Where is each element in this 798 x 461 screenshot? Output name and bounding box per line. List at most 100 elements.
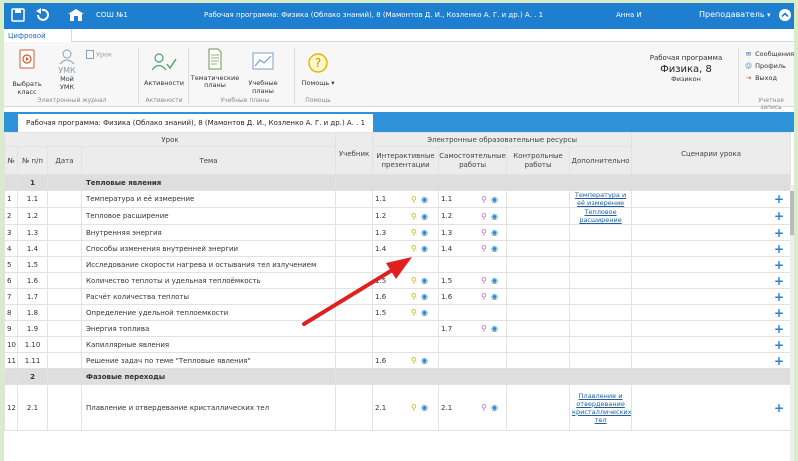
eye-icon[interactable]: ◉ <box>491 276 501 285</box>
add-scenario-button[interactable]: + <box>631 207 792 225</box>
table-row[interactable]: 1 1.1 Температура и её измерение 1.1 ⚲ ◉ 1.1 ⚲ ◉… <box>4 190 792 208</box>
presentation-number[interactable]: 1.1 <box>375 195 411 203</box>
pin-icon[interactable]: ⚲ <box>481 276 491 285</box>
date-cell[interactable] <box>47 336 82 353</box>
independent-number[interactable]: 1.1 <box>441 195 481 203</box>
presentation-number[interactable]: 2.1 <box>375 404 411 412</box>
table-row[interactable]: 3 1.3 Внутренняя энергия 1.3 ⚲ ◉ 1.3 ⚲ ◉ + <box>4 224 792 241</box>
date-cell[interactable] <box>47 256 82 273</box>
table-row[interactable]: 8 1.8 Определение удельной теплоемкости 1.5… <box>4 304 792 321</box>
collapse-up-icon[interactable] <box>779 9 791 21</box>
add-scenario-button[interactable]: + <box>631 190 792 208</box>
table-row[interactable]: 7 1.7 Расчёт количества теплоты 1.6 ⚲ ◉ 1.6 ⚲ ◉ + <box>4 288 792 305</box>
bulb-icon[interactable]: ⚲ <box>411 212 421 221</box>
save-icon[interactable] <box>10 7 26 23</box>
add-scenario-button[interactable]: + <box>631 336 792 353</box>
add-scenario-button[interactable]: + <box>631 256 792 273</box>
date-cell[interactable] <box>47 352 82 369</box>
table-row[interactable]: 9 1.9 Энергия топлива 1.7 ⚲ ◉ + <box>4 320 792 337</box>
bulb-icon[interactable]: ⚲ <box>411 276 421 285</box>
bulb-icon[interactable]: ⚲ <box>411 356 421 365</box>
extra-link[interactable]: Температура и её измерение <box>572 192 629 207</box>
bulb-icon[interactable]: ⚲ <box>411 292 421 301</box>
bulb-icon[interactable]: ⚲ <box>411 308 421 317</box>
eye-icon[interactable]: ◉ <box>421 292 431 301</box>
eye-icon[interactable]: ◉ <box>421 195 431 204</box>
section-row[interactable]: 1 Тепловые явления <box>4 174 792 191</box>
bulb-icon[interactable]: ⚲ <box>411 244 421 253</box>
select-class-button[interactable]: Выбрать класс <box>8 48 46 96</box>
messages-button[interactable]: ✉ Сообщения <box>744 50 794 58</box>
school-name[interactable]: СОШ №1 <box>96 11 128 19</box>
presentation-number[interactable]: 1.3 <box>375 229 411 237</box>
add-scenario-button[interactable]: + <box>631 352 792 369</box>
table-row[interactable]: 12 2.1 Плавление и отвердевание кристаллич… <box>4 384 792 431</box>
pin-icon[interactable]: ⚲ <box>481 212 491 221</box>
help-button[interactable]: ? Помощь ▾ <box>298 52 338 87</box>
pin-icon[interactable]: ⚲ <box>481 324 491 333</box>
presentation-number[interactable]: 1.4 <box>375 245 411 253</box>
eye-icon[interactable]: ◉ <box>491 324 501 333</box>
add-scenario-button[interactable]: + <box>631 288 792 305</box>
add-scenario-button[interactable]: + <box>631 304 792 321</box>
eye-icon[interactable]: ◉ <box>491 292 501 301</box>
pin-icon[interactable]: ⚲ <box>481 195 491 204</box>
add-scenario-button[interactable]: + <box>631 272 792 289</box>
bulb-icon[interactable]: ⚲ <box>411 195 421 204</box>
eye-icon[interactable]: ◉ <box>421 308 431 317</box>
eye-icon[interactable]: ◉ <box>421 356 431 365</box>
pin-icon[interactable]: ⚲ <box>481 228 491 237</box>
thematic-plans-button[interactable]: Тематические планы <box>190 48 240 89</box>
section-row[interactable]: 2 Фазовые переходы <box>4 368 792 385</box>
exit-button[interactable]: ⇥ Выход <box>744 74 777 82</box>
bulb-icon[interactable]: ⚲ <box>411 228 421 237</box>
independent-number[interactable]: 2.1 <box>441 404 481 412</box>
date-cell[interactable] <box>47 207 82 225</box>
eye-icon[interactable]: ◉ <box>491 244 501 253</box>
presentation-number[interactable]: 1.6 <box>375 357 411 365</box>
extra-link[interactable]: Плавление и отвердевание кристаллических… <box>572 392 631 424</box>
presentation-number[interactable]: 1.2 <box>375 212 411 220</box>
date-cell[interactable] <box>47 272 82 289</box>
undo-icon[interactable] <box>34 7 50 23</box>
independent-number[interactable]: 1.4 <box>441 245 481 253</box>
my-umk-button[interactable]: УМК Мой УМК <box>52 48 82 91</box>
date-cell[interactable] <box>47 320 82 337</box>
date-cell[interactable] <box>47 224 82 241</box>
add-scenario-button[interactable]: + <box>631 384 792 431</box>
table-row[interactable]: 10 1.10 Капиллярные явления + <box>4 336 792 353</box>
date-cell[interactable] <box>47 288 82 305</box>
presentation-number[interactable]: 1.6 <box>375 293 411 301</box>
eye-icon[interactable]: ◉ <box>491 228 501 237</box>
ribbon-tab-digital-content[interactable]: Цифровой контент <box>4 29 72 48</box>
independent-number[interactable]: 1.5 <box>441 277 481 285</box>
scrollbar-thumb[interactable] <box>790 191 794 235</box>
add-scenario-button[interactable]: + <box>631 320 792 337</box>
document-tab[interactable]: Рабочая программа: Физика (Облако знаний… <box>18 114 374 132</box>
add-scenario-button[interactable]: + <box>631 240 792 257</box>
eye-icon[interactable]: ◉ <box>421 403 431 412</box>
eye-icon[interactable]: ◉ <box>491 403 501 412</box>
pin-icon[interactable]: ⚲ <box>481 244 491 253</box>
pin-icon[interactable]: ⚲ <box>481 403 491 412</box>
activities-button[interactable]: Активности <box>144 52 184 87</box>
date-cell[interactable] <box>47 304 82 321</box>
date-cell[interactable] <box>47 384 82 431</box>
eye-icon[interactable]: ◉ <box>491 195 501 204</box>
bulb-icon[interactable]: ⚲ <box>411 403 421 412</box>
table-row[interactable]: 4 1.4 Способы изменения внутренней энергии… <box>4 240 792 257</box>
profile-button[interactable]: ☺ Профиль <box>744 62 786 70</box>
eye-icon[interactable]: ◉ <box>491 212 501 221</box>
user-name[interactable]: Анна И <box>616 11 642 19</box>
independent-number[interactable]: 1.3 <box>441 229 481 237</box>
table-row[interactable]: 2 1.2 Тепловое расширение 1.2 ⚲ ◉ 1.2 ⚲ ◉ Теплово… <box>4 207 792 225</box>
chevron-down-icon[interactable]: ▾ <box>767 11 771 19</box>
pin-icon[interactable]: ⚲ <box>481 292 491 301</box>
add-scenario-button[interactable]: + <box>631 224 792 241</box>
eye-icon[interactable]: ◉ <box>421 212 431 221</box>
study-plans-button[interactable]: Учебные планы <box>240 52 286 95</box>
independent-number[interactable]: 1.7 <box>441 325 481 333</box>
independent-number[interactable]: 1.2 <box>441 212 481 220</box>
date-cell[interactable] <box>47 240 82 257</box>
date-cell[interactable] <box>47 190 82 208</box>
